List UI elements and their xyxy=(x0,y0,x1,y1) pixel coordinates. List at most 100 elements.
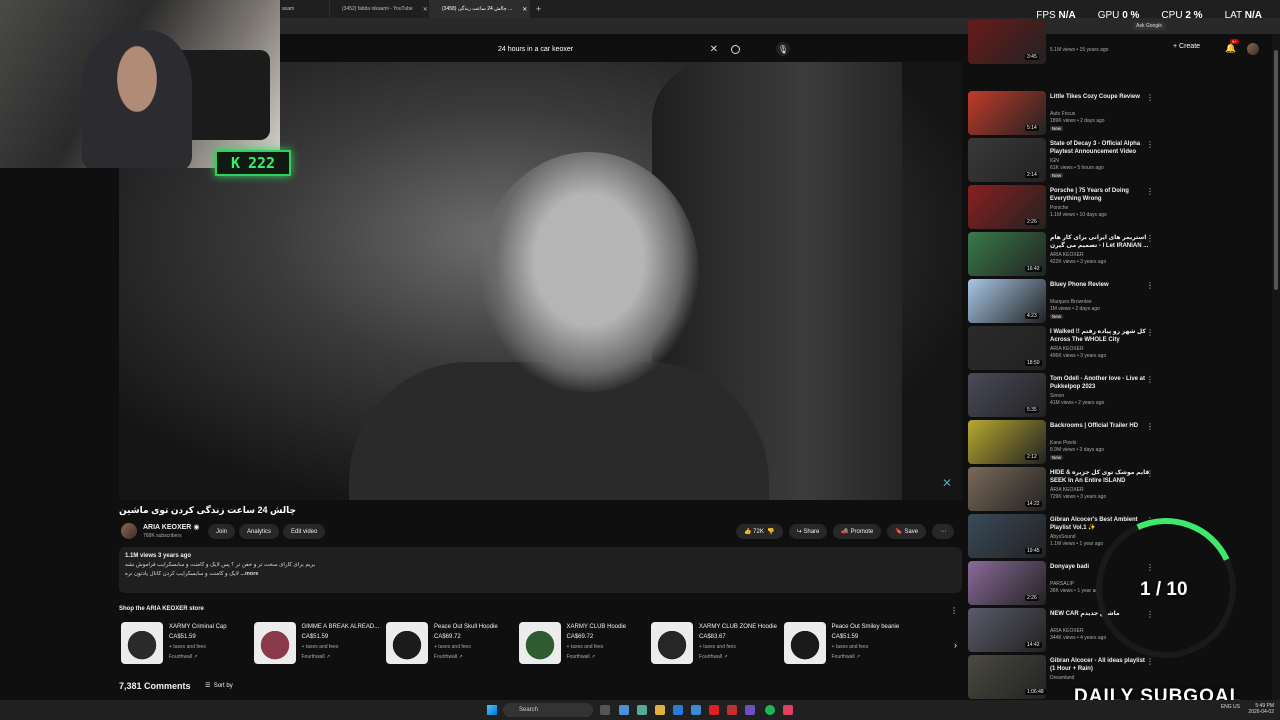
edge-icon[interactable] xyxy=(673,705,683,715)
product-vendor-link[interactable]: Fourthwall ↗ xyxy=(699,654,728,660)
product-name[interactable]: GIMME A BREAK ALREAD... xyxy=(302,624,380,630)
browser-tab[interactable]: asam xyxy=(280,0,330,18)
youtube-app-icon[interactable] xyxy=(709,705,719,715)
video-title[interactable]: Gibran Alcocer - All ideas playlist (1 H… xyxy=(1050,657,1150,673)
product-name[interactable]: Peace Out Skull Hoodie xyxy=(434,624,498,630)
shop-product[interactable]: XARMY Criminal Cap CA$51.59 + taxes and fe… xyxy=(121,622,251,666)
video-title[interactable]: State of Decay 3 - Official Alpha Playte… xyxy=(1050,140,1150,156)
channel-avatar[interactable] xyxy=(121,523,137,539)
video-title[interactable]: Bluey Phone Review xyxy=(1050,281,1150,289)
product-name[interactable]: Peace Out Smiley beanie xyxy=(832,624,900,630)
store-icon[interactable] xyxy=(691,705,701,715)
system-tray-language[interactable]: ENG US xyxy=(1221,704,1240,710)
spotify-icon[interactable] xyxy=(765,705,775,715)
product-vendor-link[interactable]: Fourthwall ↗ xyxy=(434,654,463,660)
recommended-video[interactable]: 4:23 Bluey Phone Review Marques Brownlee 1M… xyxy=(968,279,1268,323)
channel-name[interactable]: ARIA KEOXER ◉ xyxy=(143,523,199,531)
product-name[interactable]: XARMY CLUB ZONE Hoodie xyxy=(699,624,777,630)
more-options-icon[interactable]: ⋮ xyxy=(1146,328,1154,337)
product-image[interactable] xyxy=(518,622,561,664)
shop-product[interactable]: Peace Out Skull Hoodie CA$69.72 + taxes an… xyxy=(386,622,516,666)
scrollbar-thumb[interactable] xyxy=(1274,50,1278,290)
more-options-icon[interactable]: ⋮ xyxy=(1146,140,1154,149)
search-icon[interactable] xyxy=(731,44,740,54)
search-input[interactable]: 24 hours in a car keoxer xyxy=(498,46,573,53)
close-icon[interactable]: ✕ xyxy=(423,6,428,13)
taskbar-search[interactable]: Search xyxy=(503,703,593,717)
product-image[interactable] xyxy=(651,622,693,664)
channel-name[interactable]: PARSALIP xyxy=(1050,581,1074,587)
recommended-video[interactable]: 18:50 I Walked !! کل شهر رو پیاده رفتم Ac… xyxy=(968,326,1268,370)
channel-name[interactable]: Simon xyxy=(1050,393,1064,399)
channel-name[interactable]: IGN xyxy=(1050,158,1059,164)
channel-name[interactable]: Porsche xyxy=(1050,205,1068,211)
recommended-video[interactable]: 2:14 State of Decay 3 - Official Alpha Pl… xyxy=(968,138,1268,182)
more-link[interactable]: ...more xyxy=(240,571,258,577)
more-options-icon[interactable]: ⋮ xyxy=(1146,375,1154,384)
product-vendor-link[interactable]: Fourthwall ↗ xyxy=(169,654,198,660)
app-icon[interactable] xyxy=(637,705,647,715)
shop-product[interactable]: GIMME A BREAK ALREAD... CA$51.59 + taxes a… xyxy=(253,622,384,666)
product-vendor-link[interactable]: Fourthwall ↗ xyxy=(302,654,331,660)
product-name[interactable]: XARMY Criminal Cap xyxy=(169,624,227,630)
browser-tab-active[interactable]: (3458) چالش 24 ساعت زندگی ... ✕ xyxy=(430,0,530,18)
search-box[interactable]: 24 hours in a car keoxer ✕ xyxy=(490,38,750,60)
more-options-icon[interactable]: ⋮ xyxy=(1146,187,1154,196)
more-options-icon[interactable]: ⋮ xyxy=(1146,422,1154,431)
product-name[interactable]: XARMY CLUB Hoodie xyxy=(567,624,627,630)
sort-by-button[interactable]: ☰ Sort by xyxy=(205,682,233,689)
channel-name[interactable]: Auto Focus xyxy=(1050,111,1075,117)
join-button[interactable]: Join xyxy=(208,524,236,539)
product-vendor-link[interactable]: Fourthwall ↗ xyxy=(567,654,596,660)
windows-start-icon[interactable] xyxy=(487,705,497,715)
more-options-icon[interactable]: ⋮ xyxy=(1146,93,1154,102)
video-title[interactable]: Porsche | 75 Years of Doing Everything W… xyxy=(1050,187,1150,203)
product-vendor-link[interactable]: Fourthwall ↗ xyxy=(832,654,861,660)
save-button[interactable]: 🔖 Save xyxy=(887,524,927,539)
channel-name[interactable]: Dreamland xyxy=(1050,675,1074,681)
channel-name[interactable]: AbysSound xyxy=(1050,534,1076,540)
recommended-video[interactable]: 2:12 Backrooms | Official Trailer HD Kane … xyxy=(968,420,1268,464)
product-image[interactable] xyxy=(253,622,296,664)
clear-search-icon[interactable]: ✕ xyxy=(710,44,718,55)
browser-tab[interactable]: (3452) fatida nikaami - YouTube ✕ xyxy=(330,0,430,18)
recommended-video[interactable]: 5:14 Little Tikes Cozy Coupe Review Auto F… xyxy=(968,91,1268,135)
video-title[interactable]: I Walked !! کل شهر رو پیاده رفتم Across … xyxy=(1050,328,1150,344)
shop-product[interactable]: XARMY CLUB ZONE Hoodie CA$83.67 + taxes an… xyxy=(651,622,781,666)
more-options-icon[interactable]: ⋮ xyxy=(1146,657,1154,666)
more-options-icon[interactable]: ⋮ xyxy=(1146,234,1154,243)
taskbar-clock[interactable]: 5:49 PM 2026-04-02 xyxy=(1248,703,1274,715)
channel-name[interactable]: Kane Pixels xyxy=(1050,440,1076,446)
browser-icon[interactable] xyxy=(619,705,629,715)
recommended-video[interactable]: 3:45 5.1M views • 15 years ago xyxy=(968,20,1268,64)
recommended-video[interactable]: 16:42 استریمر های ایرانی برای کار هام تصم… xyxy=(968,232,1268,276)
shop-product[interactable]: XARMY CLUB Hoodie CA$69.72 + taxes and fee… xyxy=(518,622,649,666)
product-image[interactable] xyxy=(783,622,826,664)
product-image[interactable] xyxy=(121,622,163,664)
thumbs-down-icon[interactable]: 👎 xyxy=(767,528,774,535)
chevron-right-icon[interactable]: › xyxy=(954,640,957,650)
recommended-video[interactable]: 2:26 Porsche | 75 Years of Doing Everythi… xyxy=(968,185,1268,229)
file-explorer-icon[interactable] xyxy=(655,705,665,715)
product-image[interactable] xyxy=(386,622,428,664)
channel-name[interactable]: ARIA KEOXER xyxy=(1050,487,1084,493)
more-actions-button[interactable]: ⋯ xyxy=(932,524,955,539)
like-button[interactable]: 👍 72K 👎 xyxy=(736,524,783,539)
page-scrollbar[interactable] xyxy=(1272,34,1280,700)
description-box[interactable]: 1.1M views 3 years ago بریم برای کارای س… xyxy=(119,547,962,593)
video-title[interactable]: استریمر های ایرانی برای کار هام تصمیم می… xyxy=(1050,234,1150,250)
channel-name[interactable]: Marques Brownlee xyxy=(1050,299,1092,305)
video-title[interactable]: Little Tikes Cozy Coupe Review xyxy=(1050,93,1150,101)
channel-name[interactable]: ARIA KEOXER xyxy=(1050,628,1084,634)
channel-name[interactable]: ARIA KEOXER xyxy=(1050,252,1084,258)
recommended-video[interactable]: 14:22 HIDE & قایم موشک توی کل جزیره SEEK … xyxy=(968,467,1268,511)
new-tab-button[interactable]: + xyxy=(530,4,547,14)
app-icon[interactable] xyxy=(745,705,755,715)
edit-video-button[interactable]: Edit video xyxy=(283,524,326,539)
mic-icon[interactable]: 🎙 xyxy=(776,42,790,56)
video-title[interactable]: Tom Odell - Another love - Live at Pukke… xyxy=(1050,375,1150,391)
close-icon[interactable]: ✕ xyxy=(522,6,527,13)
share-button[interactable]: ↪ Share xyxy=(788,524,828,539)
shop-menu-icon[interactable]: ⋮ xyxy=(950,606,958,615)
more-options-icon[interactable]: ⋮ xyxy=(1146,469,1154,478)
